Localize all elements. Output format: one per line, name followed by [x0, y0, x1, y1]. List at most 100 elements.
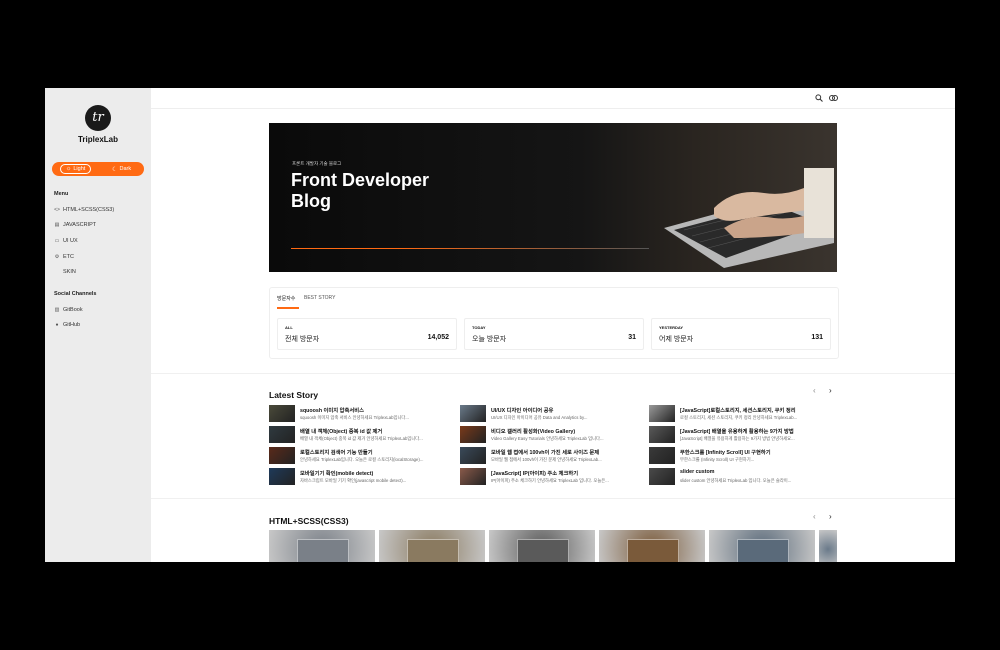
sidebar-item-gitbook[interactable]: ▥ GitBook — [54, 307, 83, 313]
sidebar-item-javascript[interactable]: ▤ JAVASCRIPT — [54, 222, 96, 228]
sidebar-item-label: SKIN — [63, 269, 76, 275]
story-item[interactable]: 배열 내 객체(Object) 중복 id 값 제거 배열 내 객체(Object… — [269, 426, 454, 444]
theme-light-button[interactable]: ☼ Light — [59, 164, 92, 174]
story-thumbnail — [460, 447, 486, 464]
story-item[interactable]: 로컬스토리지 검색어 기능 만들기 안녕하세요 TriplexLab입니다. 오늘… — [269, 447, 454, 465]
sidebar-item-label: ETC — [63, 254, 74, 260]
search-icon[interactable] — [815, 94, 823, 104]
post-thumbnail — [737, 539, 789, 562]
story-item[interactable]: [JavaScript] 배열을 유용하게 활용하는 9가지 방법 [JavaSc… — [649, 426, 834, 444]
stat-card-all: ALL 전체 방문자 14,052 — [277, 318, 457, 350]
profile-icon[interactable] — [829, 94, 838, 104]
active-tab-indicator — [277, 307, 299, 309]
sidebar-item-label: HTML+SCSS(CSS3) — [63, 207, 115, 213]
html-next-button[interactable]: › — [829, 512, 832, 521]
story-thumbnail — [269, 468, 295, 485]
social-heading: Social Channels — [54, 291, 97, 297]
hero-divider — [291, 248, 649, 249]
story-excerpt: slider custom 안녕하세요 TriplexLab 입니다. 오늘은 … — [680, 478, 792, 483]
story-excerpt: 무한스크롤 (Infinity Scroll) UI 구현하기... — [680, 457, 755, 462]
sidebar-item-github[interactable]: ● GitHub — [54, 322, 80, 328]
stat-value: 131 — [811, 334, 823, 341]
story-excerpt: 배열 내 객체(Object) 중복 id 값 제거 안녕하세요 Triplex… — [300, 436, 423, 441]
hero-banner[interactable]: 프론트 개발자 기술 블로그 Front Developer Blog — [269, 123, 837, 272]
latest-prev-button[interactable]: ‹ — [813, 386, 816, 395]
story-title: 비디오 갤러리 활성화(Video Gallery) — [491, 429, 576, 435]
story-title: 무한스크롤 [Infinity Scroll] UI 구현하기 — [680, 450, 771, 456]
theme-dark-button[interactable]: ☾ Dark — [107, 165, 136, 174]
sidebar-item-ui-ux[interactable]: ▭ UI UX — [54, 238, 78, 244]
gear-icon: ⚙ — [54, 254, 60, 260]
story-thumbnail — [269, 405, 295, 422]
browser-viewport: tr TriplexLab ☼ Light ☾ Dark Menu <> HTM… — [45, 88, 955, 562]
sidebar-item-skin[interactable]: SKIN — [54, 269, 76, 275]
story-excerpt: [JavaScript] 배열을 유용하게 활용하는 9가지 방법 안녕하세요.… — [680, 436, 795, 441]
story-excerpt: 로컬 스토리지, 세션 스토리지, 쿠키 정리 안녕하세요 TriplexLab… — [680, 415, 798, 420]
story-title: [JavaScript]로컬스토리지, 세션스토리지, 쿠키 정리 — [680, 408, 796, 414]
sidebar: tr TriplexLab ☼ Light ☾ Dark Menu <> HTM… — [45, 88, 151, 562]
theme-light-label: Light — [73, 166, 86, 172]
story-excerpt: squoosh 이미지 압축 서비스 안녕하세요 TriplexLab입니다..… — [300, 415, 409, 420]
post-card[interactable] — [709, 530, 815, 562]
story-item[interactable]: squoosh 이미지 압축서비스 squoosh 이미지 압축 서비스 안녕하세… — [269, 405, 454, 423]
post-card[interactable] — [379, 530, 485, 562]
post-card[interactable] — [489, 530, 595, 562]
story-item[interactable]: 비디오 갤러리 활성화(Video Gallery) Video Gallery … — [460, 426, 645, 444]
story-title: 모바일 웹 접에서 100vh이 가진 세로 사이즈 문제 — [491, 450, 600, 456]
story-title: 로컬스토리지 검색어 기능 만들기 — [300, 450, 373, 456]
story-item[interactable]: 모바일 웹 접에서 100vh이 가진 세로 사이즈 문제 모바일 웹 접에서 1… — [460, 447, 645, 465]
story-title: UI/UX 디자인 아이디어 공유 — [491, 408, 554, 414]
tab-best-story[interactable]: BEST STORY — [304, 295, 335, 301]
section-divider — [151, 373, 955, 374]
story-thumbnail — [649, 405, 675, 422]
book-icon: ▥ — [54, 307, 60, 313]
story-excerpt: 모바일 웹 접에서 100vh이 가진 문제 안녕하세요 TriplexLab.… — [491, 457, 602, 462]
post-thumbnail — [407, 539, 459, 562]
story-title: 배열 내 객체(Object) 중복 id 값 제거 — [300, 429, 383, 435]
html-scss-section-title: HTML+SCSS(CSS3) — [269, 516, 349, 526]
stat-period: ALL — [285, 325, 293, 330]
sidebar-item-html-scss[interactable]: <> HTML+SCSS(CSS3) — [54, 207, 114, 213]
brand-name[interactable]: TriplexLab — [45, 135, 151, 144]
visitor-stats: 방문자수 BEST STORY ALL 전체 방문자 14,052 TODAY … — [269, 287, 839, 359]
post-thumbnail — [517, 539, 569, 562]
code-icon: <> — [54, 207, 60, 213]
story-title: [JavaScript] IP(아이피) 주소 체크하기 — [491, 471, 579, 477]
sidebar-item-etc[interactable]: ⚙ ETC — [54, 254, 74, 260]
latest-next-button[interactable]: › — [829, 386, 832, 395]
moon-icon: ☾ — [112, 166, 118, 173]
stat-value: 31 — [628, 334, 636, 341]
monitor-icon: ▭ — [54, 238, 60, 244]
sidebar-item-label: GitHub — [63, 322, 81, 328]
sun-icon: ☼ — [65, 166, 72, 172]
tab-visitors[interactable]: 방문자수 — [277, 295, 295, 302]
story-excerpt: 안녕하세요 TriplexLab입니다. 오늘은 로컬 스토리지(localSt… — [300, 457, 424, 462]
sidebar-item-label: JAVASCRIPT — [63, 222, 97, 228]
story-item[interactable]: slider custom slider custom 안녕하세요 Triplex… — [649, 468, 834, 486]
story-item[interactable]: [JavaScript]로컬스토리지, 세션스토리지, 쿠키 정리 로컬 스토리지… — [649, 405, 834, 423]
html-prev-button[interactable]: ‹ — [813, 512, 816, 521]
theme-dark-label: Dark — [119, 166, 132, 172]
post-thumbnail — [297, 539, 349, 562]
stat-period: TODAY — [472, 325, 486, 330]
sidebar-item-label: UI UX — [63, 238, 78, 244]
menu-heading: Menu — [54, 191, 69, 197]
story-excerpt: Video Gallery Easy Tutorials 안녕하세요 Tripl… — [491, 436, 604, 441]
story-title: 모바일기기 확인(mobile detect) — [300, 471, 374, 477]
story-item[interactable]: 무한스크롤 [Infinity Scroll] UI 구현하기 무한스크롤 (In… — [649, 447, 834, 465]
story-item[interactable]: 모바일기기 확인(mobile detect) 자바스크립트 모바일 기기 확인(… — [269, 468, 454, 486]
story-thumbnail — [269, 447, 295, 464]
post-card[interactable] — [819, 530, 837, 562]
logo-mark[interactable]: tr — [85, 105, 111, 131]
story-thumbnail — [269, 426, 295, 443]
post-card[interactable] — [269, 530, 375, 562]
stat-card-today: TODAY 오늘 방문자 31 — [464, 318, 644, 350]
story-excerpt: UI/UX 디자인 아이디어 공유 Data and Analytics by.… — [491, 415, 588, 420]
story-item[interactable]: UI/UX 디자인 아이디어 공유 UI/UX 디자인 아이디어 공유 Data … — [460, 405, 645, 423]
post-card[interactable] — [599, 530, 705, 562]
story-item[interactable]: [JavaScript] IP(아이피) 주소 체크하기 IP(아이피) 주소 체… — [460, 468, 645, 486]
stat-period: YESTERDAY — [659, 325, 684, 330]
hero-subtitle: 프론트 개발자 기술 블로그 — [292, 161, 342, 166]
top-bar — [151, 88, 955, 109]
story-excerpt: IP(아이피) 주소 체크하기 안녕하세요 TriplexLab 입니다. 오늘… — [491, 478, 609, 483]
